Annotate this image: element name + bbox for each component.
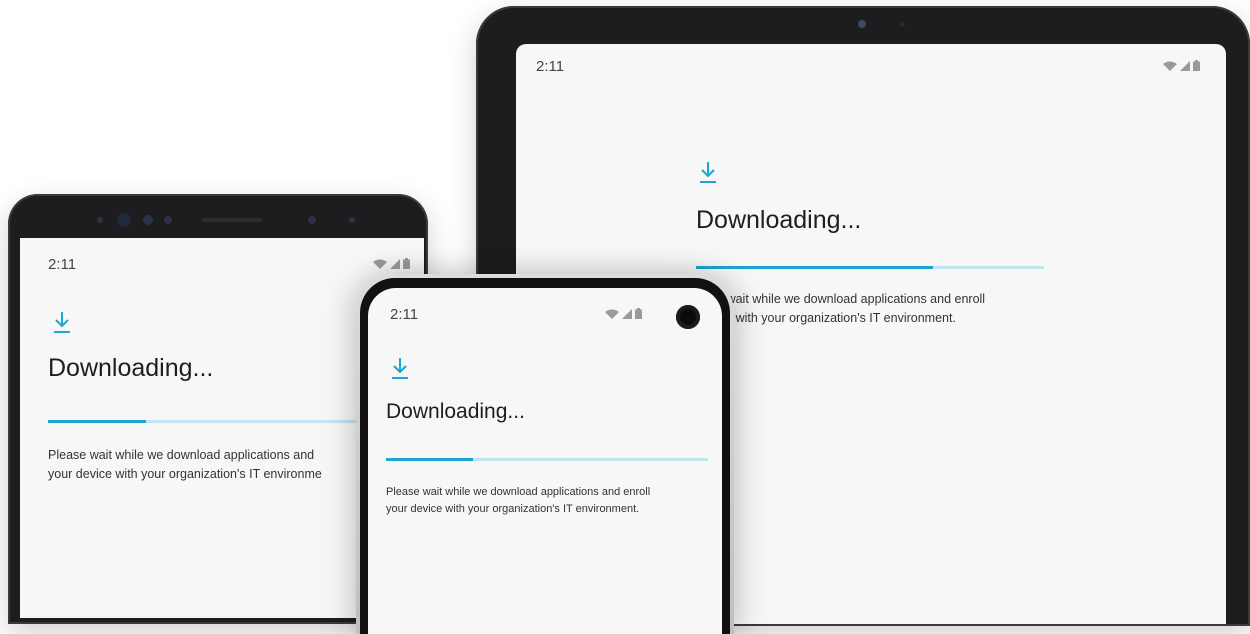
download-icon: [700, 162, 716, 183]
status-time: 2:11: [48, 256, 77, 273]
status-icons: [605, 308, 642, 319]
progress-fill: [386, 458, 473, 461]
battery-icon: [1193, 60, 1200, 71]
wifi-icon: [373, 259, 387, 269]
download-icon: [392, 358, 408, 379]
sensor-cluster: [97, 213, 355, 227]
wifi-icon: [605, 309, 619, 319]
cellular-signal-icon: [1180, 61, 1190, 71]
downloading-title: Downloading...: [48, 354, 214, 382]
tablet-camera: [858, 20, 866, 28]
battery-icon: [403, 258, 410, 269]
description-text: ease wait while we download applications…: [696, 290, 985, 329]
progress-fill: [48, 420, 146, 423]
description-text: Please wait while we download applicatio…: [48, 446, 322, 485]
description-line: Please wait while we download applicatio…: [48, 448, 315, 462]
wifi-icon: [1163, 61, 1177, 71]
status-icons: [1163, 60, 1200, 71]
progress-bar: [696, 266, 1044, 269]
cellular-signal-icon: [390, 259, 400, 269]
tablet-sensor: [900, 22, 905, 27]
phone-front-device: 2:11 Downloading... Please wait while we…: [356, 274, 734, 634]
description-line: your device with your organization's IT …: [386, 503, 640, 516]
status-time: 2:11: [536, 58, 565, 75]
description-line: your device with your organization's IT …: [48, 467, 322, 482]
description-line: Please wait while we download applicatio…: [386, 486, 651, 498]
phone-left-top-bezel: [28, 208, 408, 232]
cellular-signal-icon: [622, 309, 632, 319]
status-icons: [373, 258, 410, 269]
progress-fill: [696, 266, 933, 269]
downloading-title: Downloading...: [696, 206, 862, 234]
downloading-title: Downloading...: [386, 400, 525, 423]
progress-bar: [386, 458, 708, 461]
description-text: Please wait while we download applicatio…: [386, 484, 650, 518]
phone-front-screen: 2:11 Downloading... Please wait while we…: [368, 288, 722, 634]
front-camera-icon: [676, 305, 700, 329]
download-icon: [54, 312, 70, 333]
description-line: ease wait while we download applications…: [696, 292, 986, 306]
battery-icon: [635, 308, 642, 319]
status-time: 2:11: [390, 306, 419, 323]
description-line: device with your organization's IT envir…: [696, 311, 956, 326]
